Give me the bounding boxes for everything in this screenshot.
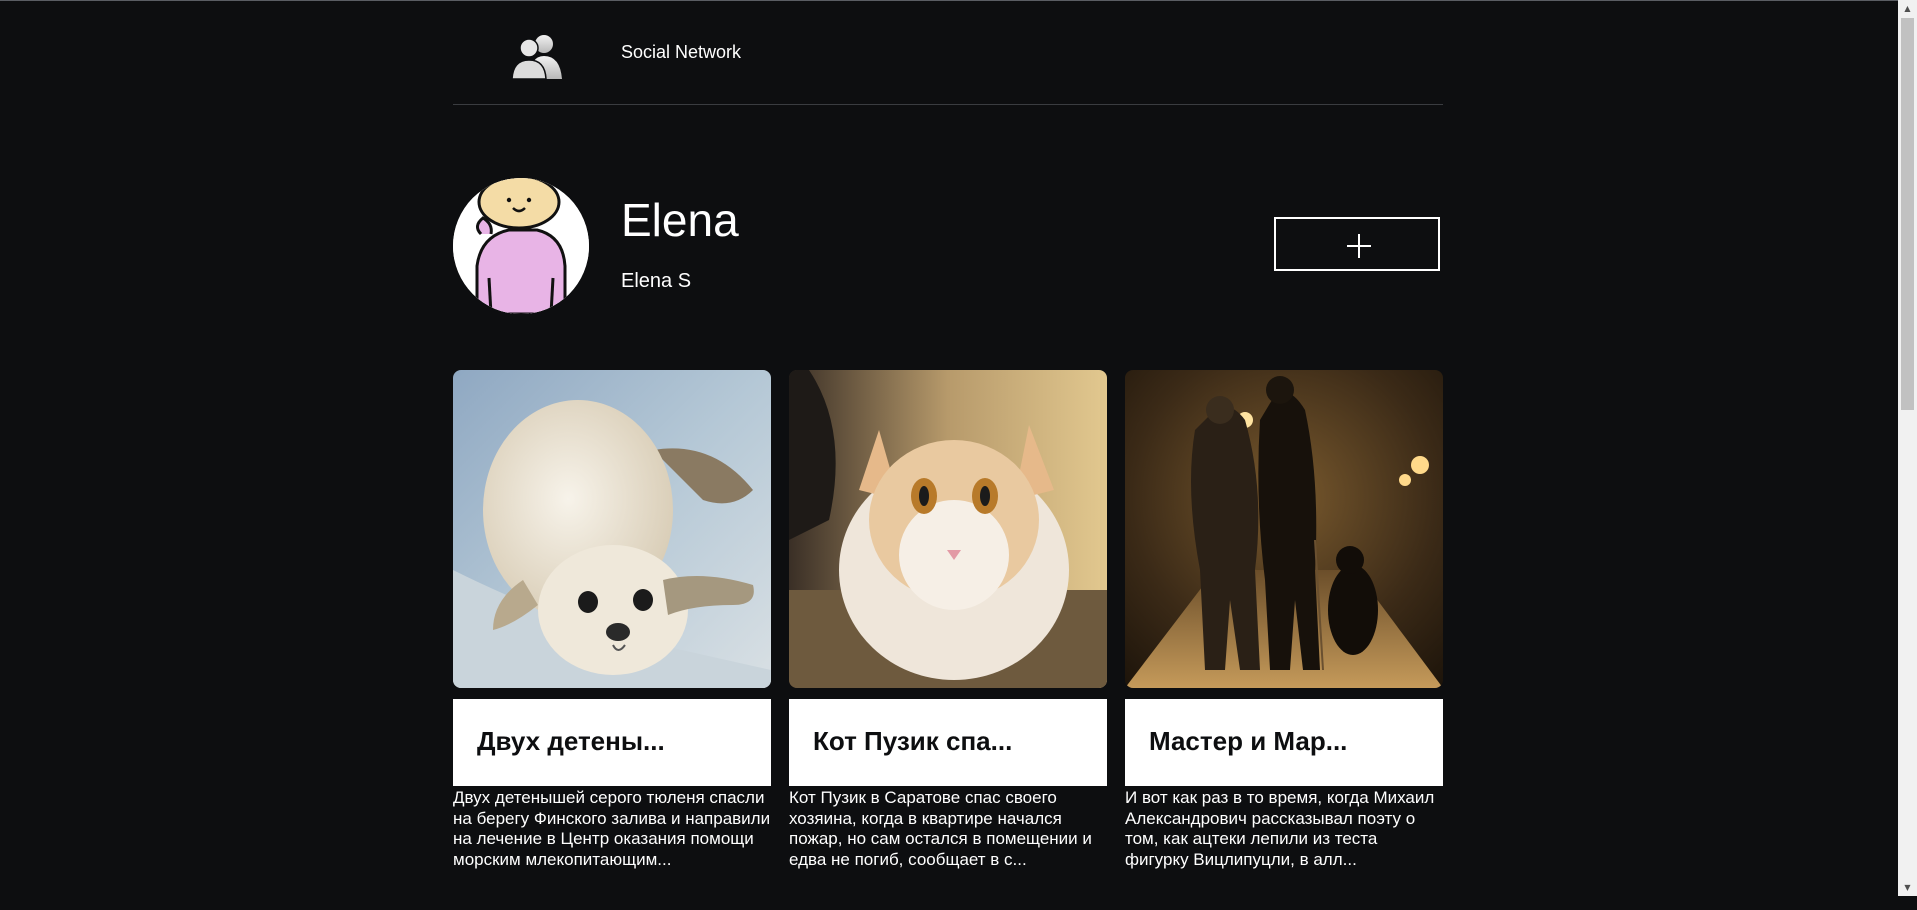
cat-photo[interactable] — [789, 370, 1107, 688]
post-description: И вот как раз в то время, когда Михаил А… — [1125, 788, 1435, 869]
brand-title[interactable]: Social Network — [621, 42, 741, 63]
post-title-box[interactable]: Кот Пузик спа... — [789, 699, 1107, 786]
add-post-button[interactable] — [1274, 217, 1440, 271]
night-street-photo[interactable] — [1125, 370, 1443, 688]
avatar-illustration — [453, 178, 589, 314]
profile-section: Elena Elena S — [453, 105, 1443, 370]
post-title[interactable]: Кот Пузик спа... — [813, 726, 1012, 757]
posts-grid: Двух детены... Двух детенышей серого тюл… — [453, 370, 1443, 910]
profile-username: Elena S — [621, 270, 692, 292]
page-container: Social Network Elena Elena S Двух детены… — [453, 0, 1443, 910]
avatar — [453, 178, 589, 314]
site-header: Social Network — [453, 0, 1443, 105]
post-title-box[interactable]: Двух детены... — [453, 699, 771, 786]
post-card[interactable]: Двух детены... Двух детенышей серого тюл… — [453, 370, 771, 870]
post-card[interactable]: Кот Пузик спа... Кот Пузик в Саратове сп… — [789, 370, 1107, 870]
scrollbar-thumb[interactable] — [1901, 18, 1914, 410]
post-description: Кот Пузик в Саратове спас своего хозяина… — [789, 788, 1092, 869]
post-title[interactable]: Мастер и Мар... — [1149, 726, 1347, 757]
post-title-box[interactable]: Мастер и Мар... — [1125, 699, 1443, 786]
seal-pup-photo[interactable] — [453, 370, 771, 688]
scroll-up-arrow-icon[interactable]: ▲ — [1898, 0, 1917, 17]
post-title[interactable]: Двух детены... — [477, 726, 665, 757]
post-card[interactable]: Мастер и Мар... И вот как раз в то время… — [1125, 370, 1443, 870]
plus-icon — [1347, 234, 1371, 258]
vertical-scrollbar[interactable]: ▲ ▼ — [1898, 0, 1917, 896]
post-description: Двух детенышей серого тюленя спасли на б… — [453, 788, 771, 869]
users-icon[interactable] — [510, 31, 564, 79]
profile-name: Elena — [621, 194, 739, 246]
scroll-down-arrow-icon[interactable]: ▼ — [1898, 879, 1917, 896]
